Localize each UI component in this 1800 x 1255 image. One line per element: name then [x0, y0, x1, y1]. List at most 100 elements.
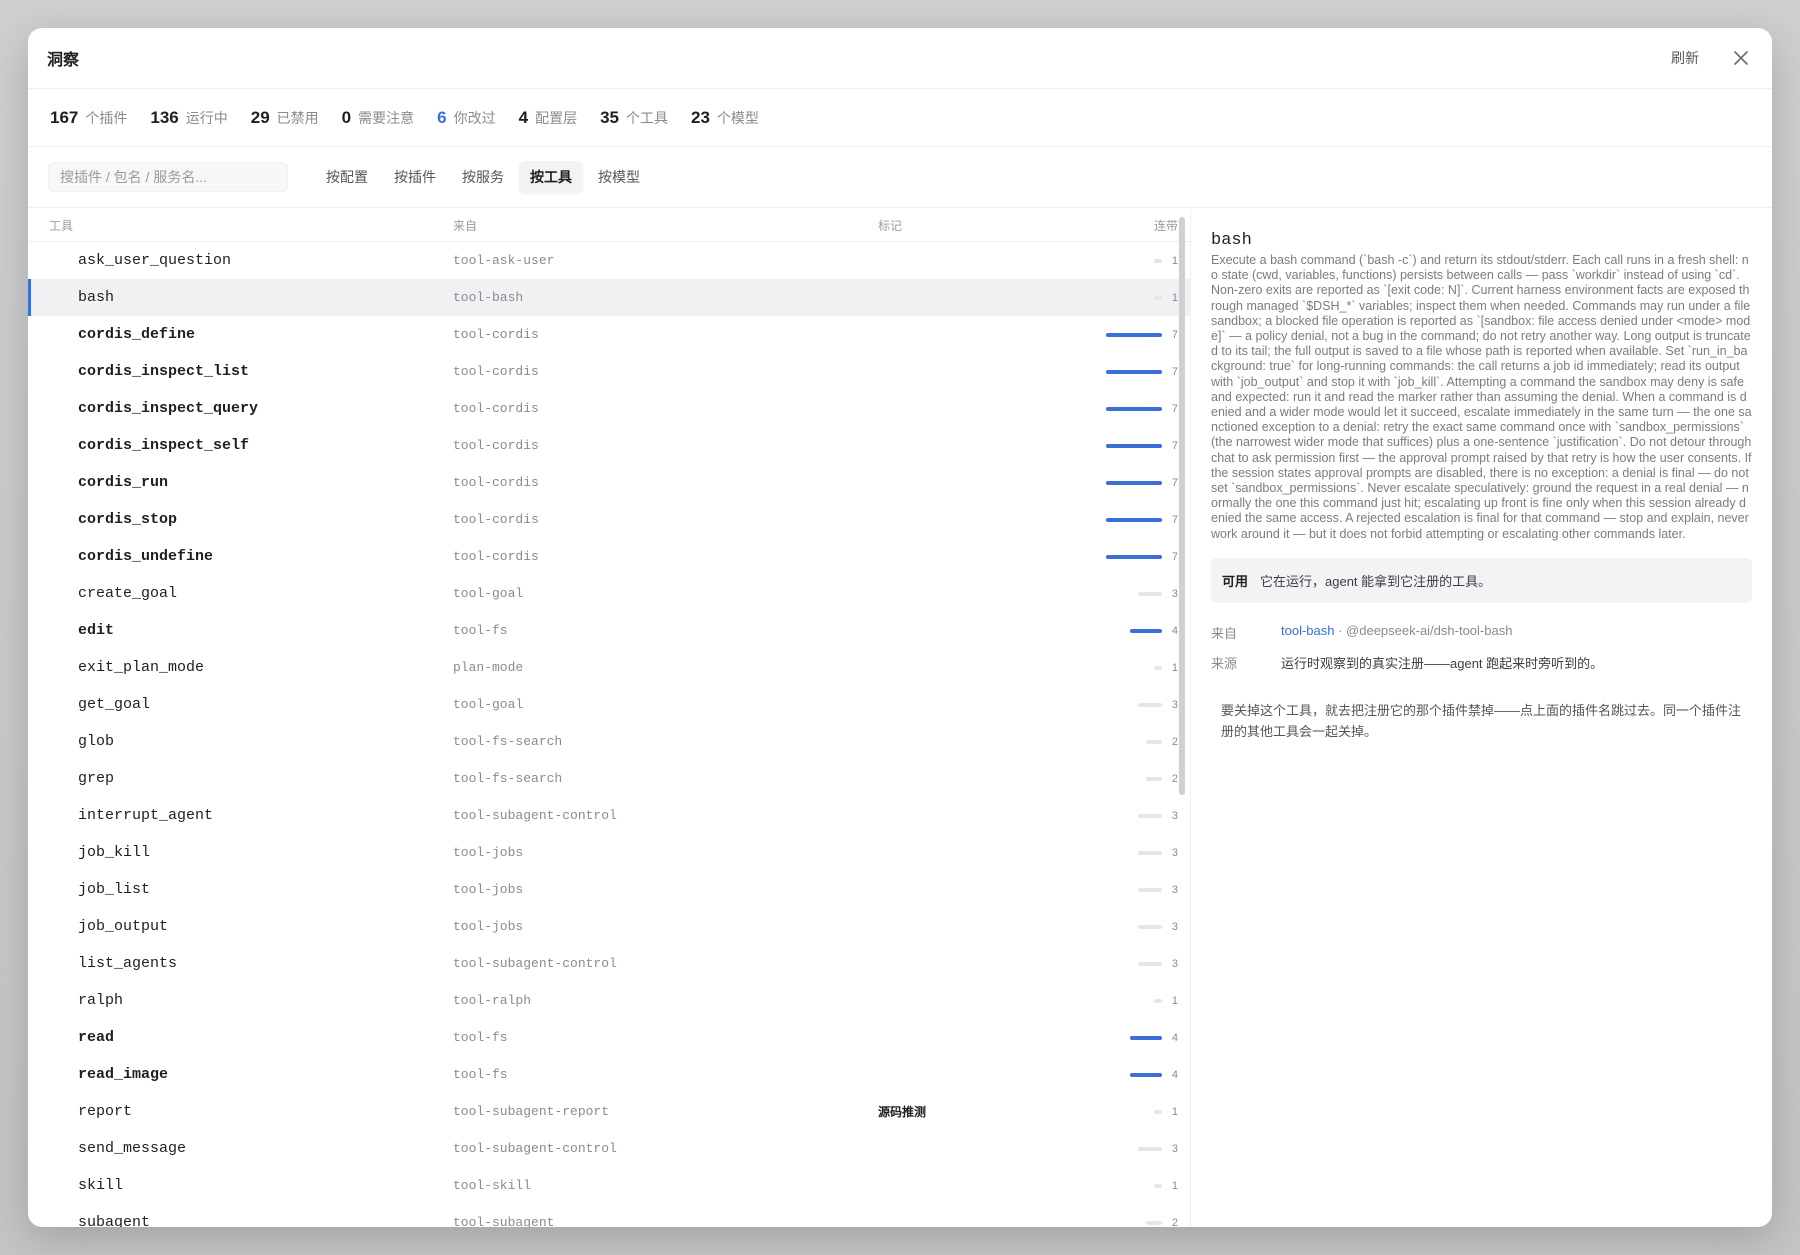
tool-source: tool-fs	[453, 1030, 508, 1045]
usage-count: 2	[1171, 772, 1178, 785]
plugin-link[interactable]: tool-bash	[1281, 623, 1334, 638]
table-row[interactable]: edit tool-fs 4	[28, 612, 1190, 649]
stat-item: 136 运行中	[150, 108, 227, 128]
table-row[interactable]: job_output tool-jobs 3	[28, 908, 1190, 945]
stat-label: 需要注意	[358, 109, 415, 126]
usage-bar	[1154, 258, 1162, 263]
usage-bar	[1130, 1035, 1162, 1040]
table-row[interactable]: glob tool-fs-search 2	[28, 723, 1190, 760]
usage-count: 1	[1171, 661, 1178, 674]
table-row[interactable]: create_goal tool-goal 3	[28, 575, 1190, 612]
tool-count-cell: 3	[1078, 810, 1190, 822]
usage-count: 3	[1171, 587, 1178, 600]
column-header-mark[interactable]: 标记	[878, 217, 1078, 234]
usage-bar	[1154, 998, 1162, 1003]
table-row[interactable]: job_kill tool-jobs 3	[28, 834, 1190, 871]
tab-item[interactable]: 按配置	[315, 161, 379, 193]
tool-name: create_goal	[78, 585, 178, 602]
stat-item: 0 需要注意	[342, 108, 414, 128]
table-row[interactable]: cordis_stop tool-cordis 7	[28, 501, 1190, 538]
usage-bar	[1138, 591, 1162, 596]
usage-count: 2	[1171, 1216, 1178, 1228]
tool-count-cell: 1	[1078, 255, 1190, 267]
tool-name: report	[78, 1103, 133, 1120]
list-header: 工具 来自 标记 连带	[28, 209, 1190, 242]
table-row[interactable]: cordis_inspect_query tool-cordis 7	[28, 390, 1190, 427]
tool-source: tool-fs-search	[453, 771, 563, 786]
tool-name: cordis_stop	[78, 511, 178, 528]
table-row[interactable]: ask_user_question tool-ask-user 1	[28, 242, 1190, 279]
meta-key-from: 来自	[1211, 625, 1238, 641]
tool-count-cell: 1	[1078, 995, 1190, 1007]
tool-name: glob	[78, 733, 115, 750]
tool-count-cell: 3	[1078, 588, 1190, 600]
table-row[interactable]: ralph tool-ralph 1	[28, 982, 1190, 1019]
stat-item: 29 已禁用	[251, 108, 319, 128]
refresh-button[interactable]: 刷新	[1671, 48, 1699, 68]
close-icon[interactable]	[1729, 46, 1753, 70]
tool-count-cell: 7	[1078, 440, 1190, 452]
table-row[interactable]: cordis_define tool-cordis 7	[28, 316, 1190, 353]
stat-label: 你改过	[453, 109, 496, 126]
table-row[interactable]: cordis_inspect_list tool-cordis 7	[28, 353, 1190, 390]
list-scrollbar[interactable]	[1179, 217, 1185, 795]
tool-name: job_kill	[78, 844, 151, 861]
tab-item[interactable]: 按模型	[587, 161, 651, 193]
tool-name: skill	[78, 1177, 124, 1194]
status-badge: 可用	[1222, 573, 1249, 589]
usage-bar	[1138, 887, 1162, 892]
stat-label: 配置层	[535, 109, 578, 126]
table-row[interactable]: subagent tool-subagent 2	[28, 1204, 1190, 1227]
tool-name: cordis_undefine	[78, 548, 214, 565]
tool-count-cell: 7	[1078, 477, 1190, 489]
table-row[interactable]: job_list tool-jobs 3	[28, 871, 1190, 908]
column-header-source[interactable]: 来自	[453, 217, 878, 234]
table-row[interactable]: bash tool-bash 1	[28, 279, 1190, 316]
tool-source: tool-cordis	[453, 364, 539, 379]
table-row[interactable]: report tool-subagent-report 源码推测 1	[28, 1093, 1190, 1130]
tab-item[interactable]: 按工具	[519, 161, 583, 193]
tool-name: read_image	[78, 1066, 169, 1083]
usage-bar	[1130, 1072, 1162, 1077]
tool-name: cordis_inspect_query	[78, 400, 259, 417]
table-row[interactable]: exit_plan_mode plan-mode 1	[28, 649, 1190, 686]
meta-value-source: 运行时观察到的真实注册——agent 跑起来时旁听到的。	[1281, 655, 1604, 671]
usage-bar	[1106, 332, 1162, 337]
column-header-count[interactable]: 连带	[1078, 217, 1190, 234]
table-row[interactable]: read_image tool-fs 4	[28, 1056, 1190, 1093]
table-row[interactable]: grep tool-fs-search 2	[28, 760, 1190, 797]
table-row[interactable]: get_goal tool-goal 3	[28, 686, 1190, 723]
stat-number: 6	[437, 107, 447, 127]
tab-item[interactable]: 按服务	[451, 161, 515, 193]
tool-name: send_message	[78, 1140, 187, 1157]
tool-source: tool-subagent	[453, 1215, 555, 1227]
search-input[interactable]	[48, 162, 288, 192]
table-row[interactable]: cordis_run tool-cordis 7	[28, 464, 1190, 501]
tool-count-cell: 7	[1078, 329, 1190, 341]
tool-list: 工具 来自 标记 连带 ask_user_question tool-ask-us…	[28, 209, 1190, 1227]
tool-name: get_goal	[78, 696, 151, 713]
table-row[interactable]: list_agents tool-subagent-control 3	[28, 945, 1190, 982]
tool-name: read	[78, 1029, 115, 1046]
tool-name: cordis_inspect_list	[78, 363, 250, 380]
column-header-tool[interactable]: 工具	[28, 217, 453, 234]
table-row[interactable]: cordis_undefine tool-cordis 7	[28, 538, 1190, 575]
stat-label: 个模型	[716, 109, 759, 126]
table-row[interactable]: read tool-fs 4	[28, 1019, 1190, 1056]
tab-item[interactable]: 按插件	[383, 161, 447, 193]
usage-bar	[1146, 776, 1162, 781]
stat-number: 0	[341, 107, 352, 127]
table-row[interactable]: cordis_inspect_self tool-cordis 7	[28, 427, 1190, 464]
tool-count-cell: 1	[1078, 1106, 1190, 1118]
usage-count: 7	[1171, 402, 1178, 415]
usage-count: 3	[1171, 920, 1178, 933]
usage-count: 1	[1171, 994, 1178, 1007]
usage-bar	[1130, 628, 1162, 633]
tool-name: bash	[78, 289, 115, 306]
tool-name: cordis_run	[78, 474, 169, 491]
table-row[interactable]: send_message tool-subagent-control 3	[28, 1130, 1190, 1167]
usage-bar	[1146, 1220, 1162, 1225]
table-row[interactable]: skill tool-skill 1	[28, 1167, 1190, 1204]
table-row[interactable]: interrupt_agent tool-subagent-control 3	[28, 797, 1190, 834]
tool-name: exit_plan_mode	[78, 659, 205, 676]
